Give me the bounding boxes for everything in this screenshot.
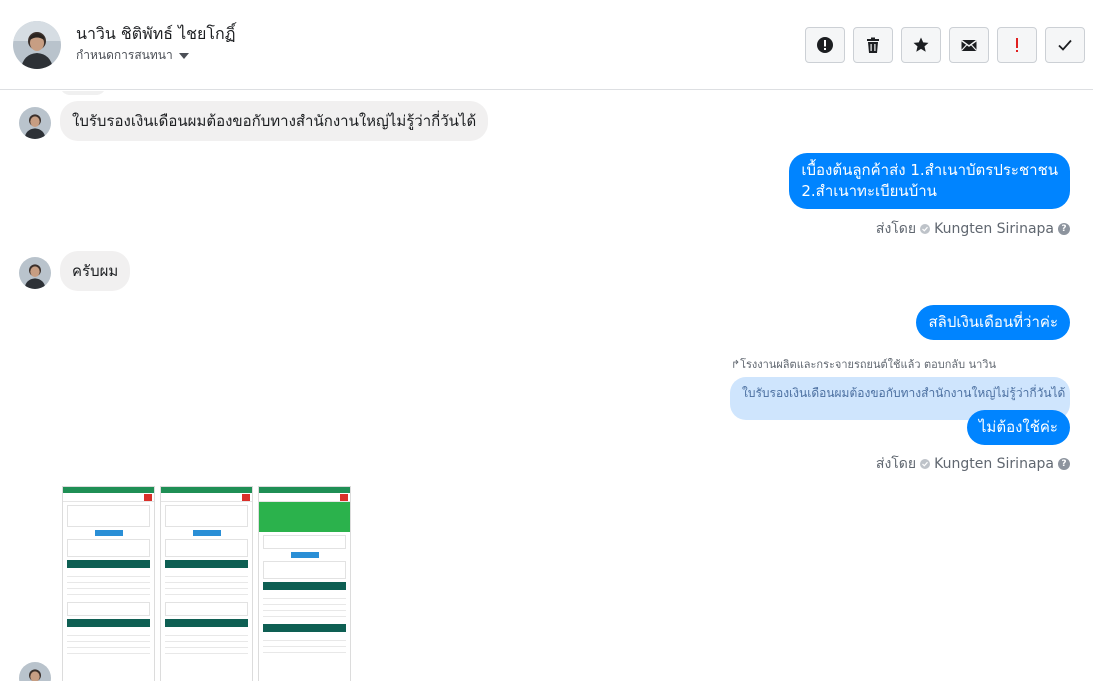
mark-done-button[interactable] [1045, 27, 1085, 63]
sent-by-text: ส่งโดย [875, 221, 917, 237]
image-attachment[interactable] [160, 486, 253, 681]
message-thread[interactable]: ใบรับรองเงินเดือนผมต้องขอกับทางสำนักงานใ… [0, 91, 1093, 681]
sender-name[interactable]: Kungten Sirinapa [934, 456, 1054, 472]
image-attachment[interactable] [258, 486, 351, 681]
image-attachments [62, 486, 351, 681]
reply-context: ↱โรงงานผลิตและกระจายรถยนต์ใช้แล้ว ตอบกลั… [731, 355, 996, 373]
check-icon [920, 224, 931, 234]
outgoing-message-line: เบื้องต้นลูกค้าส่ง 1.สำเนาบัตรประชาชน [801, 161, 1058, 179]
reply-icon: ↱ [730, 358, 741, 371]
contact-avatar-small[interactable] [19, 662, 51, 681]
star-icon [913, 37, 929, 52]
mark-important-button[interactable] [997, 27, 1037, 63]
contact-avatar[interactable] [13, 21, 61, 69]
outgoing-message-line: 2.สำเนาทะเบียนบ้าน [801, 182, 937, 200]
outgoing-message[interactable]: เบื้องต้นลูกค้าส่ง 1.สำเนาบัตรประชาชน 2.… [789, 153, 1070, 209]
contact-avatar-small[interactable] [19, 257, 51, 289]
check-icon [920, 459, 931, 469]
previous-message-fragment [60, 91, 106, 95]
outgoing-message[interactable]: ไม่ต้องใช้ค่ะ [966, 410, 1070, 445]
help-icon[interactable]: ? [1058, 458, 1070, 470]
mark-unread-button[interactable] [949, 27, 989, 63]
contact-name[interactable]: นาวิน ชิติพัทธ์ ไชยโกฏิ์ [76, 22, 235, 47]
sent-by-text: ส่งโดย [875, 456, 917, 472]
reply-context-text: โรงงานผลิตและกระจายรถยนต์ใช้แล้ว ตอบกลับ… [740, 358, 996, 371]
image-attachment[interactable] [62, 486, 155, 681]
trash-icon [867, 37, 879, 53]
exclamation-icon [1016, 38, 1018, 52]
help-icon[interactable]: ? [1058, 223, 1070, 235]
contact-avatar-small[interactable] [19, 107, 51, 139]
conversation-settings-label: กำหนดการสนทนา [76, 48, 173, 62]
star-button[interactable] [901, 27, 941, 63]
caret-down-icon [178, 52, 189, 59]
envelope-icon [961, 39, 977, 51]
conversation-header: นาวิน ชิติพัทธ์ ไชยโกฏิ์ กำหนดการสนทนา [0, 0, 1093, 90]
mark-spam-button[interactable] [805, 27, 845, 63]
exclamation-circle-icon [817, 37, 833, 53]
checkmark-icon [1058, 39, 1072, 51]
incoming-message[interactable]: ครับผม [60, 251, 131, 291]
sent-by-label: ส่งโดย Kungten Sirinapa ? [876, 218, 1070, 240]
delete-button[interactable] [853, 27, 893, 63]
sent-by-label: ส่งโดย Kungten Sirinapa ? [876, 453, 1070, 475]
header-actions [805, 27, 1085, 63]
conversation-settings-dropdown[interactable]: กำหนดการสนทนา [76, 46, 189, 65]
outgoing-message[interactable]: สลิปเงินเดือนที่ว่าค่ะ [916, 305, 1070, 340]
incoming-message[interactable]: ใบรับรองเงินเดือนผมต้องขอกับทางสำนักงานใ… [60, 101, 489, 141]
sender-name[interactable]: Kungten Sirinapa [934, 221, 1054, 237]
